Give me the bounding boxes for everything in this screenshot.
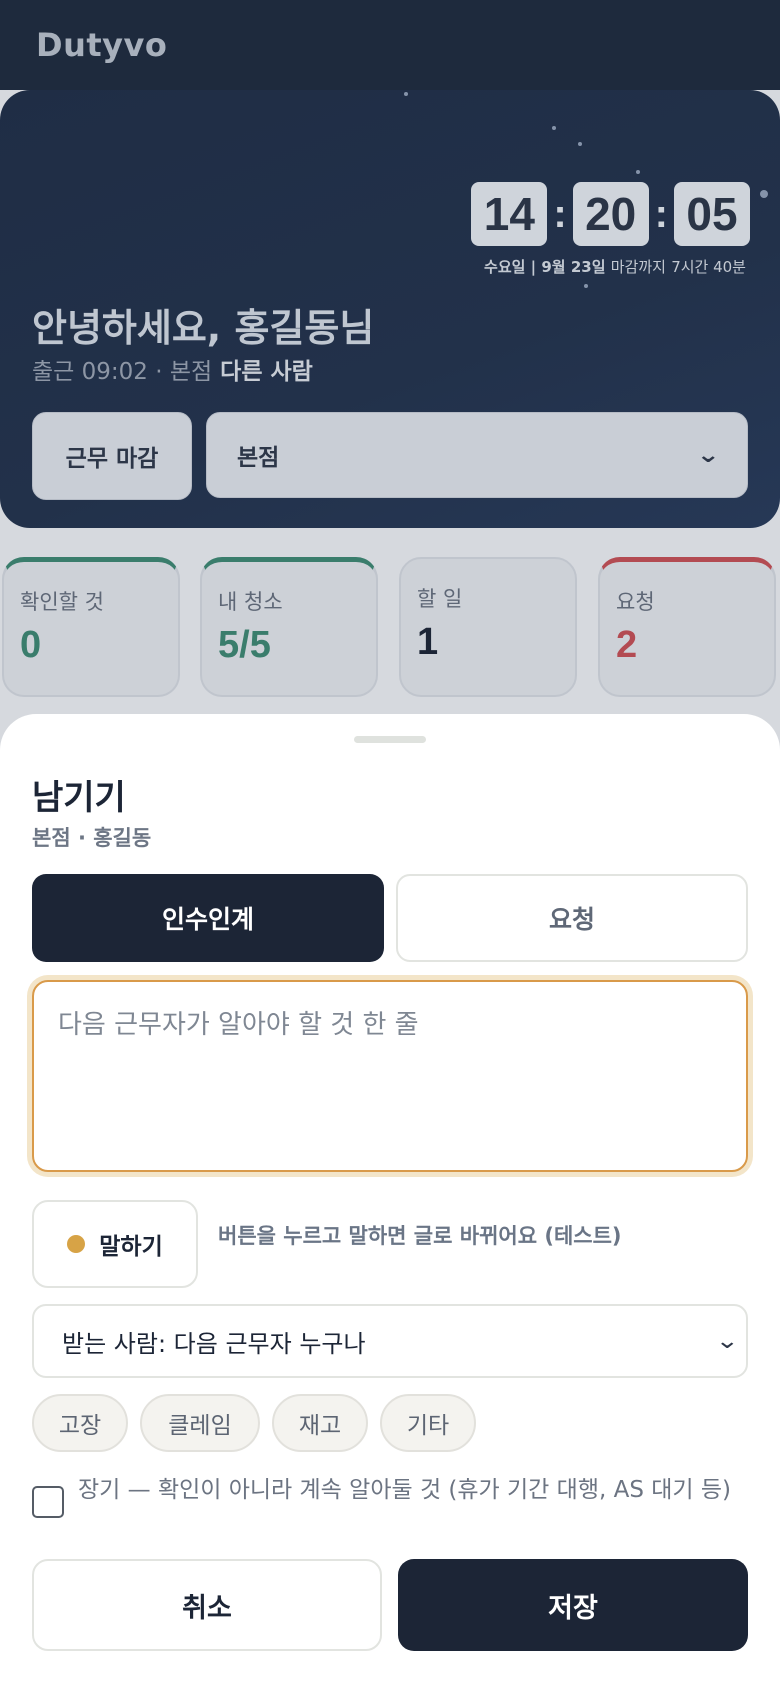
clock-minutes: 20 [572, 182, 649, 246]
star-decoration [584, 284, 588, 288]
app-logo[interactable]: Dutyvo [36, 26, 167, 64]
stat-value: 0 [20, 624, 42, 666]
save-button[interactable]: 저장 [398, 1559, 748, 1651]
countdown-clock: 14 : 20 : 05 [471, 182, 750, 246]
sheet-subtitle: 본점 · 홍길동 [32, 826, 152, 850]
sheet-drag-handle[interactable] [354, 736, 426, 743]
stat-label: 요청 [616, 590, 655, 614]
star-decoration [636, 170, 640, 174]
stat-card-to-check[interactable]: 확인할 것 0 [2, 557, 180, 697]
speak-button-label: 말하기 [99, 1234, 163, 1260]
tab-handover[interactable]: 인수인계 [32, 874, 384, 962]
hero-panel: 14 : 20 : 05 수요일 | 9월 23일 마감까지 7시간 40분 안… [0, 90, 780, 528]
bottom-sheet: 남기기 본점 · 홍길동 인수인계 요청 말하기 버튼을 누르고 말하면 글로 … [0, 714, 780, 1688]
date-text: 수요일 | 9월 23일 [484, 258, 606, 276]
stat-card-requests[interactable]: 요청 2 [598, 557, 776, 697]
recipient-select[interactable]: 받는 사람: 다음 근무자 누구나 ⌄ [32, 1304, 748, 1378]
branch-select-value: 본점 [237, 445, 280, 471]
chevron-down-icon: ⌄ [695, 442, 720, 468]
stat-label: 확인할 것 [20, 590, 104, 614]
clock-separator: : [553, 191, 567, 236]
other-person-link[interactable]: 다른 사람 [220, 359, 313, 385]
top-bar: Dutyvo [0, 0, 780, 90]
end-shift-button[interactable]: 근무 마감 [32, 412, 192, 500]
deadline-prefix: 마감까지 [610, 258, 666, 276]
greeting: 안녕하세요, 홍길동님 [32, 306, 375, 350]
clock-seconds: 05 [674, 182, 750, 246]
long-term-label[interactable]: 장기 — 확인이 아니라 계속 알아둘 것 (휴가 기간 대행, AS 대기 등… [78, 1474, 738, 1507]
long-term-checkbox[interactable] [32, 1486, 64, 1518]
stat-label: 내 청소 [218, 590, 283, 614]
stat-label: 할 일 [417, 587, 463, 611]
speak-hint: 버튼을 누르고 말하면 글로 바뀌어요 (테스트) [218, 1224, 622, 1248]
note-textarea[interactable] [32, 980, 748, 1172]
sheet-title: 남기기 [32, 778, 126, 818]
stat-value: 2 [616, 624, 638, 666]
clock-separator: : [654, 191, 668, 236]
star-decoration [552, 126, 556, 130]
deadline-remaining: 7시간 40분 [671, 258, 746, 276]
checkin-info: 출근 09:02 · 본점 다른 사람 [32, 352, 313, 386]
tag-chip-claim[interactable]: 클레임 [140, 1394, 260, 1452]
stat-card-todo[interactable]: 할 일 1 [399, 557, 577, 697]
mic-status-dot-icon [67, 1235, 86, 1253]
star-decoration [404, 92, 408, 96]
tag-chip-broken[interactable]: 고장 [32, 1394, 128, 1452]
tag-chip-stock[interactable]: 재고 [272, 1394, 368, 1452]
chevron-down-icon: ⌄ [714, 1328, 739, 1354]
date-deadline-line: 수요일 | 9월 23일 마감까지 7시간 40분 [484, 256, 746, 277]
branch-select[interactable]: 본점 ⌄ [206, 412, 748, 498]
stat-value: 5/5 [218, 624, 271, 666]
cancel-button[interactable]: 취소 [32, 1559, 382, 1651]
checkin-text: 출근 09:02 · 본점 [32, 359, 213, 385]
star-decoration [760, 190, 768, 198]
tag-chip-other[interactable]: 기타 [380, 1394, 476, 1452]
stat-value: 1 [417, 621, 439, 663]
clock-hours: 14 [471, 182, 548, 246]
speak-button[interactable]: 말하기 [32, 1200, 198, 1288]
star-decoration [578, 142, 582, 146]
recipient-select-value: 받는 사람: 다음 근무자 누구나 [62, 1329, 366, 1358]
tab-request[interactable]: 요청 [396, 874, 748, 962]
stat-card-my-cleaning[interactable]: 내 청소 5/5 [200, 557, 378, 697]
